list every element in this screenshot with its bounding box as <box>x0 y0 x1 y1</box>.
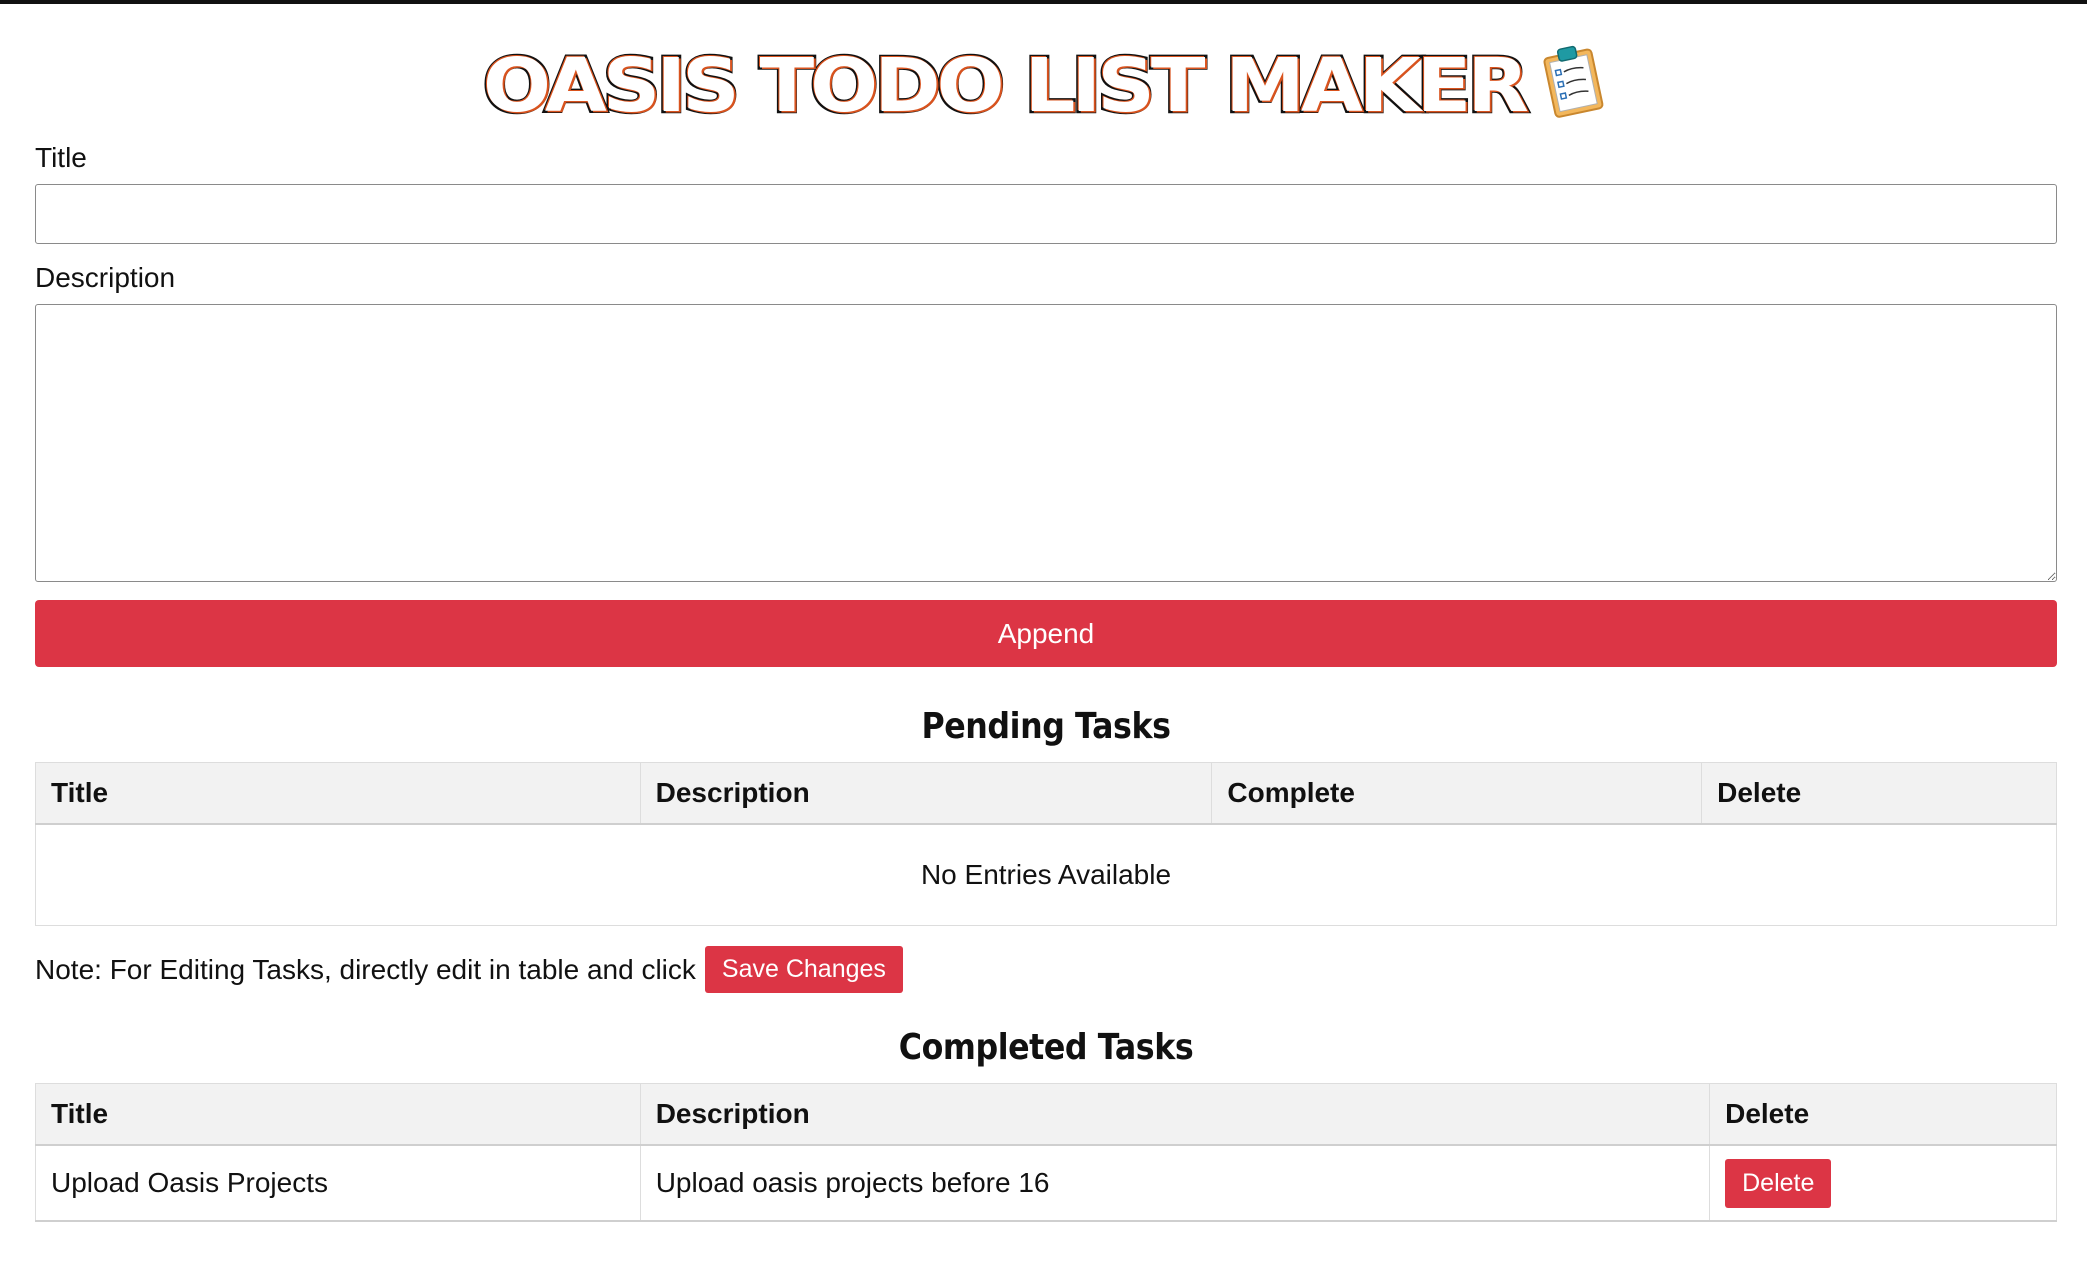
completed-tasks-heading: Completed Tasks <box>898 1027 1194 1068</box>
completed-tasks-table: Title Description Delete Upload Oasis Pr… <box>35 1083 2057 1222</box>
task-description-cell[interactable]: Upload oasis projects before 16 <box>639 1144 1711 1222</box>
editing-note: Note: For Editing Tasks, directly edit i… <box>35 946 903 993</box>
table-header-row: Title Description Delete <box>35 1083 2057 1146</box>
description-label: Description <box>35 262 176 293</box>
column-header-delete: Delete <box>1701 762 2057 825</box>
title-input[interactable] <box>35 184 2057 244</box>
column-header-description: Description <box>639 1083 1711 1146</box>
empty-message: No Entries Available <box>35 823 2057 926</box>
table-row: No Entries Available <box>35 823 2057 926</box>
clipboard-checklist-icon <box>1539 39 1609 119</box>
task-title-cell[interactable]: Upload Oasis Projects <box>35 1144 641 1222</box>
column-header-description: Description <box>639 762 1213 825</box>
title-label: Title <box>35 142 87 173</box>
save-changes-button[interactable]: Save Changes <box>704 946 903 993</box>
column-header-complete: Complete <box>1211 762 1703 825</box>
column-header-title: Title <box>35 1083 641 1146</box>
note-text: Note: For Editing Tasks, directly edit i… <box>35 953 696 985</box>
task-delete-cell: Delete <box>1709 1144 2057 1222</box>
top-border <box>0 0 2087 4</box>
app-header: OASIS TODO LIST MAKER <box>35 36 2057 136</box>
table-header-row: Title Description Complete Delete <box>35 762 2057 825</box>
append-button[interactable]: Append <box>35 600 2057 667</box>
delete-button[interactable]: Delete <box>1725 1158 1832 1208</box>
table-row: Upload Oasis Projects Upload oasis proje… <box>35 1144 2057 1222</box>
app-title: OASIS TODO LIST MAKER <box>480 42 1531 129</box>
pending-tasks-table: Title Description Complete Delete No Ent… <box>35 762 2057 926</box>
description-textarea[interactable] <box>35 304 2057 582</box>
pending-tasks-heading: Pending Tasks <box>921 706 1171 747</box>
column-header-delete: Delete <box>1709 1083 2057 1146</box>
column-header-title: Title <box>35 762 641 825</box>
